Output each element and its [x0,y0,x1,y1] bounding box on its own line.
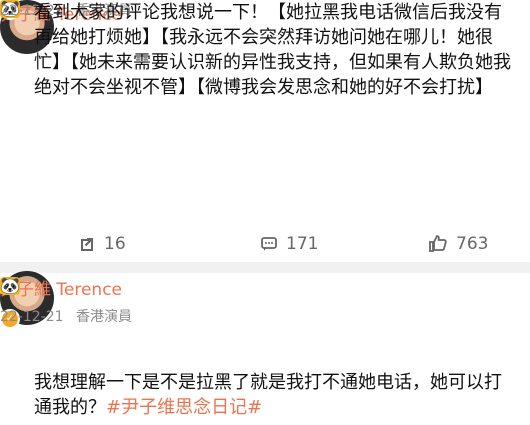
post-actions: 16 171 763 [0,232,530,256]
like-icon [428,234,448,254]
post-text: 看到大家的评论我想说一下！【她拉黑我电话微信后我没有再给她打烦她】【我永远不会突… [34,2,511,98]
repost-icon [78,235,96,253]
post-divider [0,262,530,273]
hashtag-link[interactable]: #尹子维思念日记# [106,397,262,418]
repost-button[interactable]: 16 [78,232,126,256]
post-text: 我想理解一下是不是拉黑了就是我打不通她电话，她可以打通我的？#尹子维思念日记# [34,370,514,420]
panda-icon: 🐼 [0,276,20,295]
repost-count: 16 [104,234,126,254]
like-count: 763 [456,234,489,254]
like-button[interactable]: 763 [428,232,488,256]
post-date: 22-12-21 [0,309,64,325]
post-meta: 22-12-21 香港演員 [0,306,132,326]
comment-icon [260,235,278,253]
comment-button[interactable]: 171 [260,232,318,256]
post-source: 香港演員 [76,309,132,325]
comment-count: 171 [286,234,319,254]
post-text-body: 我想理解一下是不是拉黑了就是我打不通她电话，她可以打通我的？ [34,372,502,418]
